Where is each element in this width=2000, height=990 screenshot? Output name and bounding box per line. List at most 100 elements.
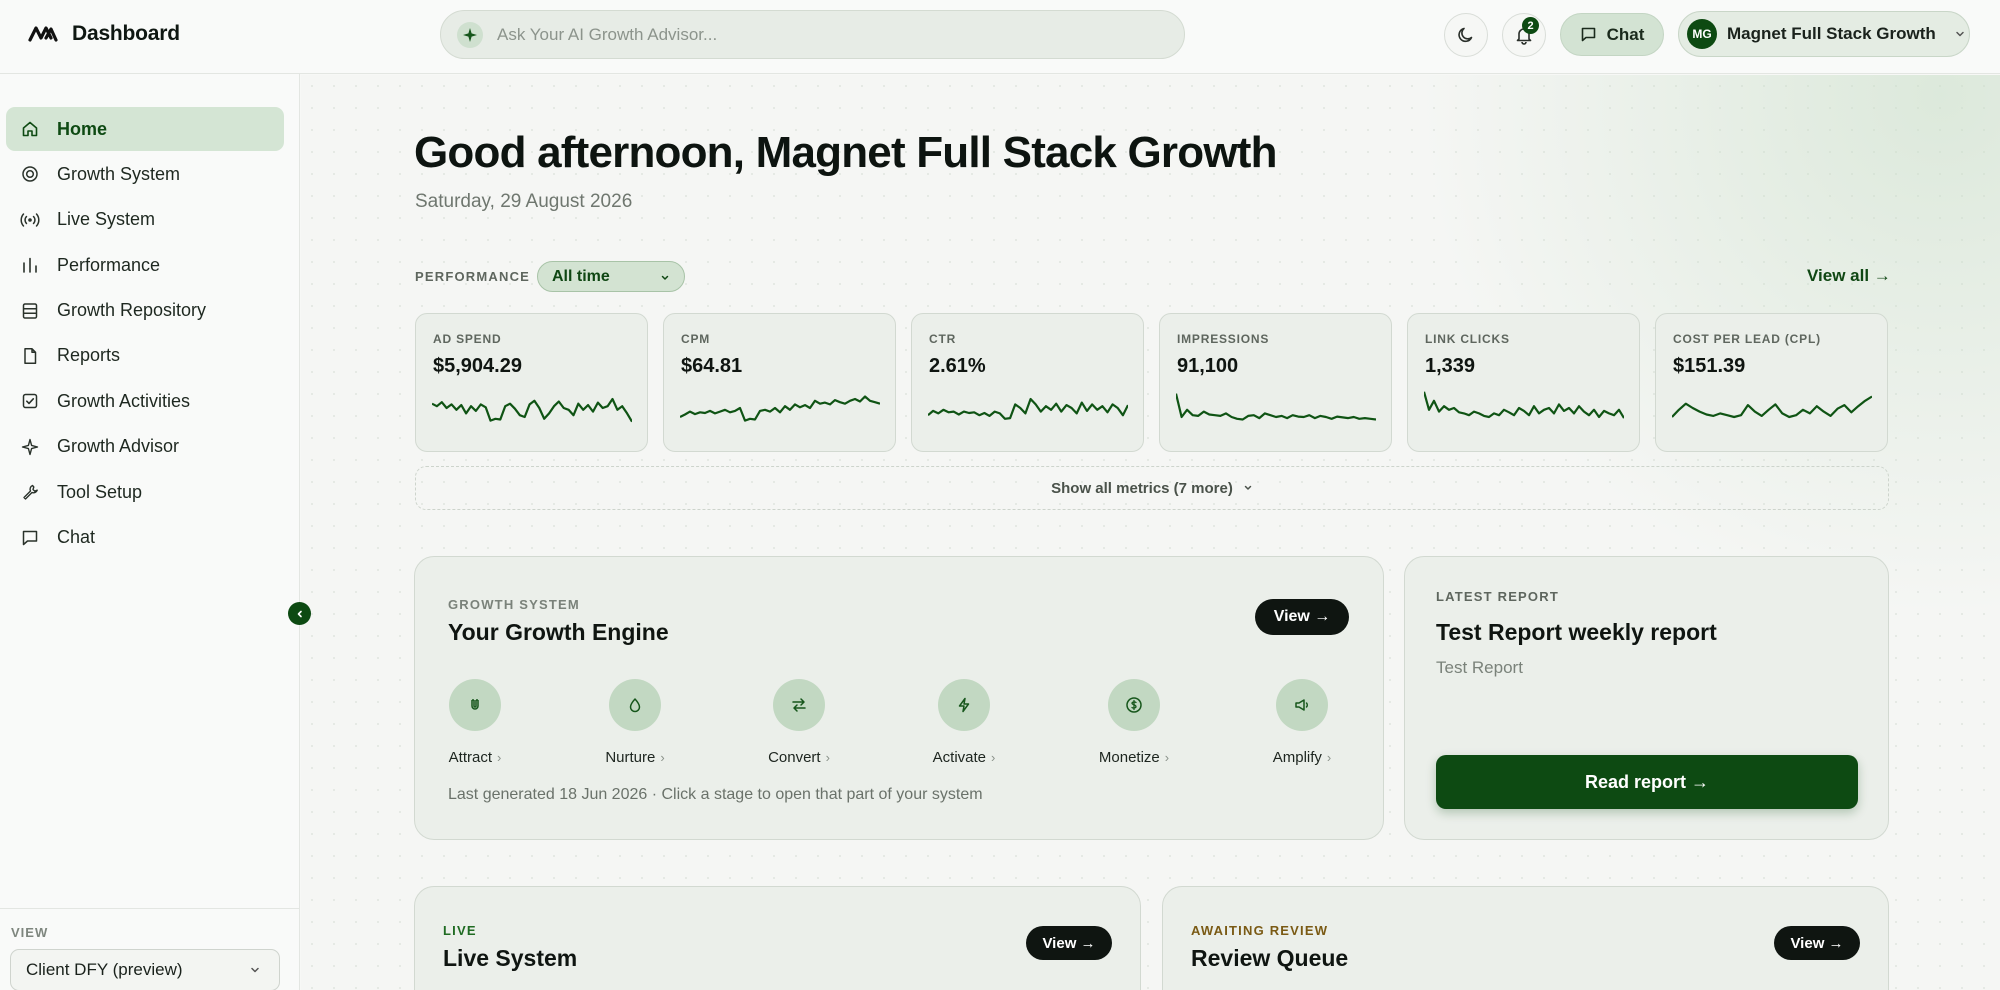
live-system-view-button[interactable]: View → [1026, 926, 1112, 960]
sidebar-item-tool-setup[interactable]: Tool Setup [6, 470, 284, 514]
view-select[interactable]: Client DFY (preview) [10, 949, 280, 990]
latest-report-card: LATEST REPORT Test Report weekly report … [1404, 556, 1889, 840]
broadcast-icon [20, 210, 40, 230]
card-eyebrow: AWAITING REVIEW [1191, 923, 1329, 938]
chevron-right-icon: › [1164, 750, 1170, 765]
sparkline [1176, 393, 1376, 421]
growth-engine-card: GROWTH SYSTEM Your Growth Engine View → … [414, 556, 1384, 840]
chevron-down-icon [1954, 28, 1966, 40]
metric-card-link-clicks[interactable]: LINK CLICKS 1,339 [1407, 313, 1640, 452]
metric-card-impressions[interactable]: IMPRESSIONS 91,100 [1159, 313, 1392, 452]
metric-value: $5,904.29 [433, 355, 522, 377]
chevron-down-icon [1243, 483, 1253, 493]
sidebar-item-label: Live System [57, 209, 156, 230]
metric-card-ad-spend[interactable]: AD SPEND $5,904.29 [415, 313, 648, 452]
database-icon [20, 301, 40, 321]
wrench-icon [20, 482, 40, 502]
stage-label: Attract [448, 749, 492, 766]
file-icon [20, 346, 40, 366]
checkbox-icon [20, 391, 40, 411]
sidebar-item-label: Performance [57, 254, 161, 275]
sidebar-item-growth-advisor[interactable]: Growth Advisor [6, 425, 284, 469]
stage-amplify[interactable]: Amplify › [1247, 679, 1357, 766]
metric-value: 91,100 [1177, 355, 1239, 377]
sidebar-item-label: Chat [57, 527, 96, 548]
sidebar-nav: Home Growth System Live System Performan… [6, 107, 284, 561]
sidebar-item-chat[interactable]: Chat [6, 516, 284, 560]
metric-card-cpm[interactable]: CPM $64.81 [663, 313, 896, 452]
review-queue-view-button[interactable]: View → [1774, 926, 1860, 960]
sparkle-icon [457, 21, 483, 48]
review-queue-card: AWAITING REVIEW Review Queue View → [1162, 886, 1889, 990]
dollar-icon [1108, 679, 1160, 731]
stage-convert[interactable]: Convert › [744, 679, 854, 766]
sparkline [1424, 391, 1624, 419]
stage-nurture[interactable]: Nurture › [580, 679, 690, 766]
arrows-swap-icon [773, 679, 825, 731]
sidebar-item-home[interactable]: Home [6, 107, 284, 151]
moon-icon [1456, 25, 1476, 45]
sidebar-item-growth-activities[interactable]: Growth Activities [6, 379, 284, 423]
chevron-right-icon: › [991, 750, 996, 765]
chevron-right-icon: › [660, 750, 665, 765]
live-system-card: LIVE Live System View → [414, 886, 1141, 990]
metric-card-cpl[interactable]: COST PER LEAD (CPL) $151.39 [1655, 313, 1888, 452]
stage-activate[interactable]: Activate › [909, 679, 1019, 766]
growth-engine-view-button[interactable]: View → [1255, 599, 1349, 635]
date-range-select[interactable]: All time [537, 261, 685, 292]
show-all-metrics-button[interactable]: Show all metrics (7 more) [415, 466, 1889, 510]
card-eyebrow: LATEST REPORT [1436, 589, 1559, 604]
date-range-value: All time [552, 267, 610, 285]
read-report-button[interactable]: Read report → [1436, 755, 1858, 809]
card-title: Review Queue [1191, 945, 1349, 971]
chat-button-label: Chat [1606, 24, 1645, 44]
ai-advisor-search[interactable] [440, 10, 1185, 59]
chat-button[interactable]: Chat [1560, 13, 1664, 56]
notification-count-badge: 2 [1522, 17, 1539, 34]
app-title: Dashboard [72, 22, 180, 45]
sidebar-item-label: Growth Activities [57, 390, 191, 411]
account-switcher[interactable]: MG Magnet Full Stack Growth [1678, 11, 1970, 57]
notifications-button[interactable]: 2 [1502, 13, 1546, 57]
performance-label: PERFORMANCE [415, 269, 531, 284]
sidebar-item-label: Reports [57, 345, 121, 366]
sidebar-item-label: Growth System [57, 163, 181, 184]
sidebar-collapse-button[interactable] [288, 602, 311, 625]
chat-icon [1580, 26, 1597, 43]
show-all-metrics-label: Show all metrics (7 more) [1051, 479, 1233, 497]
stage-label: Nurture [605, 749, 656, 766]
home-icon [20, 119, 40, 139]
sidebar-item-live-system[interactable]: Live System [6, 198, 284, 242]
theme-toggle-button[interactable] [1444, 13, 1488, 57]
search-input[interactable] [497, 24, 1097, 45]
chevron-down-icon [249, 964, 261, 976]
growth-engine-note: Last generated 18 Jun 2026 · Click a sta… [448, 786, 983, 803]
view-all-link[interactable]: View all → [1807, 266, 1891, 286]
lightning-icon [938, 679, 990, 731]
sidebar-item-label: Home [57, 118, 108, 139]
metric-label: CTR [929, 332, 957, 346]
chevron-right-icon: › [825, 750, 830, 765]
chevron-right-icon: › [1326, 750, 1332, 765]
sidebar-item-growth-repository[interactable]: Growth Repository [6, 289, 284, 333]
stage-monetize[interactable]: Monetize › [1079, 679, 1189, 766]
metric-label: COST PER LEAD (CPL) [1673, 332, 1821, 346]
avatar: MG [1687, 19, 1717, 49]
metric-value: 2.61% [929, 355, 986, 377]
sidebar-item-reports[interactable]: Reports [6, 334, 284, 378]
sidebar-item-growth-system[interactable]: Growth System [6, 152, 284, 196]
card-title: Live System [443, 945, 578, 971]
stage-attract[interactable]: Attract › [420, 679, 530, 766]
sparkline [1672, 395, 1872, 419]
brand[interactable]: Dashboard [28, 20, 180, 48]
page-title: Good afternoon, Magnet Full Stack Growth [414, 128, 1277, 177]
card-eyebrow: LIVE [443, 923, 477, 938]
metric-label: IMPRESSIONS [1177, 332, 1270, 346]
sidebar-item-performance[interactable]: Performance [6, 243, 284, 287]
view-label: VIEW [11, 925, 49, 940]
chevron-left-icon [295, 609, 305, 619]
card-title: Your Growth Engine [448, 619, 669, 645]
metric-card-ctr[interactable]: CTR 2.61% [911, 313, 1144, 452]
megaphone-icon [1276, 679, 1328, 731]
metric-value: $151.39 [1673, 355, 1746, 377]
